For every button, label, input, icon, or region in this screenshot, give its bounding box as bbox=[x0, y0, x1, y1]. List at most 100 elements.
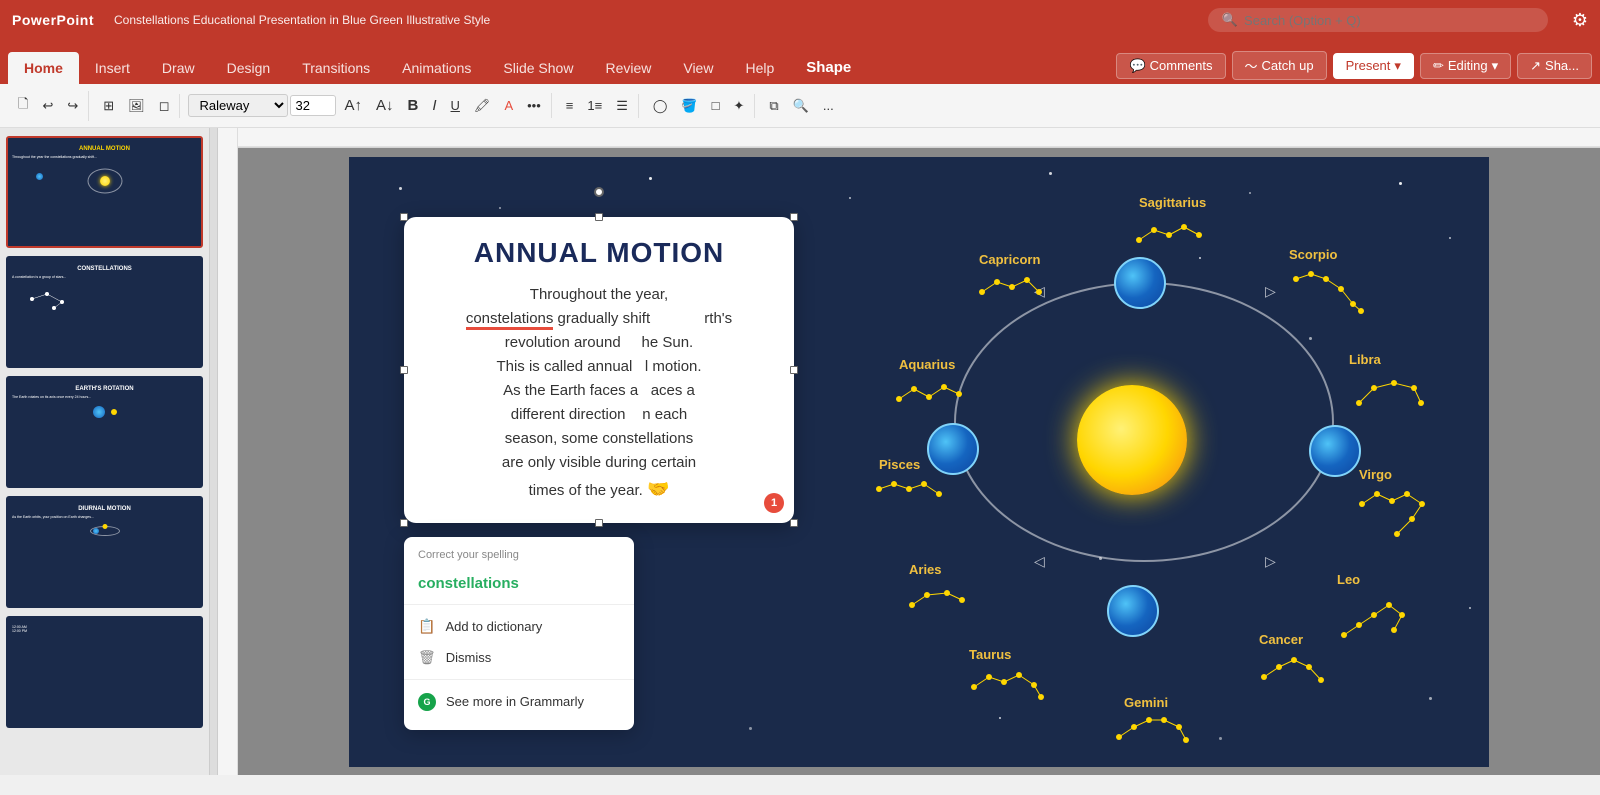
handle-tl[interactable] bbox=[400, 213, 408, 221]
editing-button[interactable]: ✏ Editing ▾ bbox=[1420, 53, 1511, 79]
share-button[interactable]: ↗ Sha... bbox=[1517, 53, 1592, 79]
arrow-4: ▷ bbox=[1265, 553, 1276, 570]
earth-bottom bbox=[1107, 585, 1159, 637]
arrange-button[interactable]: ⧉ bbox=[763, 94, 784, 118]
sun bbox=[1077, 385, 1187, 495]
slide-thumb-2[interactable]: CONSTELLATIONS A constellation is a grou… bbox=[6, 256, 203, 368]
font-family-select[interactable]: Raleway bbox=[188, 94, 288, 117]
aries-label: Aries bbox=[909, 562, 942, 577]
tab-design[interactable]: Design bbox=[211, 52, 287, 84]
leo-label: Leo bbox=[1337, 572, 1360, 587]
toolbar-format-group: ⊞ 🖼 ◻ bbox=[93, 94, 180, 118]
shapes2-button[interactable]: ◯ bbox=[647, 94, 674, 118]
arrow-2: ▷ bbox=[1265, 283, 1276, 300]
outline-button[interactable]: □ bbox=[706, 94, 726, 117]
font-color-button[interactable]: A bbox=[498, 94, 519, 117]
handle-tm[interactable] bbox=[595, 213, 603, 221]
solar-system: ◁ ▷ ◁ ▷ Sagittarius bbox=[859, 187, 1459, 747]
taurus-label: Taurus bbox=[969, 647, 1011, 662]
dismiss-icon: 🗑 bbox=[418, 649, 436, 666]
comments-button[interactable]: 💬 Comments bbox=[1116, 53, 1225, 79]
slide-thumb-4[interactable]: DIURNAL MOTION As the Earth orbits, your… bbox=[6, 496, 203, 608]
tab-view[interactable]: View bbox=[667, 52, 729, 84]
virgo-label: Virgo bbox=[1359, 467, 1392, 482]
catchup-button[interactable]: 〜 Catch up bbox=[1232, 51, 1327, 80]
comment-count: 1 bbox=[764, 493, 784, 513]
chevron-down-icon: ▾ bbox=[1492, 58, 1499, 74]
dismiss-item[interactable]: 🗑 Dismiss bbox=[404, 642, 634, 673]
canvas-area[interactable]: ANNUAL MOTION Throughout the year, const… bbox=[238, 128, 1600, 775]
redo-button[interactable]: ↪ bbox=[61, 94, 84, 118]
bold-button[interactable]: B bbox=[402, 93, 425, 118]
increase-font-button[interactable]: A↑ bbox=[338, 93, 368, 118]
grammarly-item[interactable]: G See more in Grammarly bbox=[404, 686, 634, 718]
tab-help[interactable]: Help bbox=[729, 52, 790, 84]
slide-thumb-5[interactable]: 12:00 AM 12:00 PM bbox=[6, 616, 203, 728]
doc-title: Constellations Educational Presentation … bbox=[114, 13, 1196, 27]
zoom-button[interactable]: 🔍 bbox=[787, 94, 815, 118]
handle-bl[interactable] bbox=[400, 519, 408, 527]
main-area: ANNUAL MOTION Throughout the year the co… bbox=[0, 128, 1600, 775]
grammarly-icon: G bbox=[418, 693, 436, 711]
settings-icon[interactable]: ⚙ bbox=[1572, 10, 1588, 31]
effects-button[interactable]: ✦ bbox=[727, 94, 750, 118]
slide-thumb-3[interactable]: EARTH'S ROTATION The Earth rotates on it… bbox=[6, 376, 203, 488]
decrease-font-button[interactable]: A↓ bbox=[370, 93, 400, 118]
shapes-button[interactable]: ◻ bbox=[153, 94, 176, 118]
align-button[interactable]: ☰ bbox=[610, 94, 634, 118]
highlight-button[interactable]: 🖍 bbox=[468, 94, 497, 118]
tab-shape[interactable]: Shape bbox=[790, 51, 867, 84]
add-to-dictionary-item[interactable]: 📋 Add to dictionary bbox=[404, 611, 634, 642]
present-button[interactable]: Present ▾ bbox=[1333, 53, 1414, 79]
slide-body: Throughout the year, constelations gradu… bbox=[428, 283, 770, 504]
capricorn-label: Capricorn bbox=[979, 252, 1040, 267]
scorpio-stars bbox=[1291, 269, 1371, 319]
underline-button[interactable]: U bbox=[445, 94, 466, 117]
share-icon: ↗ bbox=[1530, 58, 1541, 74]
handle-bm[interactable] bbox=[595, 519, 603, 527]
handle-br[interactable] bbox=[790, 519, 798, 527]
tab-insert[interactable]: Insert bbox=[79, 52, 146, 84]
font-size-input[interactable] bbox=[290, 95, 336, 116]
handle-ml[interactable] bbox=[400, 366, 408, 374]
popup-divider-2 bbox=[404, 679, 634, 680]
slide-layout-button[interactable]: ⊞ bbox=[97, 94, 120, 118]
tab-transitions[interactable]: Transitions bbox=[286, 52, 386, 84]
more-text-button[interactable]: ••• bbox=[521, 94, 547, 117]
tab-slideshow[interactable]: Slide Show bbox=[487, 52, 589, 84]
tab-draw[interactable]: Draw bbox=[146, 52, 211, 84]
spell-suggestion[interactable]: constellations bbox=[404, 569, 634, 598]
undo-button[interactable]: ↩ bbox=[36, 94, 59, 118]
search-input[interactable] bbox=[1244, 13, 1534, 28]
earth-top bbox=[1114, 257, 1166, 309]
titlebar: PowerPoint Constellations Educational Pr… bbox=[0, 0, 1600, 40]
misspelled-word: constelations bbox=[466, 310, 554, 330]
handle-tr[interactable] bbox=[790, 213, 798, 221]
rotate-handle[interactable] bbox=[594, 187, 604, 197]
aquarius-label: Aquarius bbox=[899, 357, 955, 372]
slide-thumb-1[interactable]: ANNUAL MOTION Throughout the year the co… bbox=[6, 136, 203, 248]
italic-button[interactable]: I bbox=[426, 93, 442, 118]
tab-review[interactable]: Review bbox=[589, 52, 667, 84]
more-button[interactable]: ... bbox=[817, 94, 840, 117]
cancer-label: Cancer bbox=[1259, 632, 1303, 647]
new-button[interactable]: 🗋 bbox=[12, 91, 34, 121]
slide-canvas: ANNUAL MOTION Throughout the year, const… bbox=[349, 157, 1489, 767]
handle-mr[interactable] bbox=[790, 366, 798, 374]
slide-title: ANNUAL MOTION bbox=[428, 237, 770, 269]
pencil-icon: ✏ bbox=[1433, 58, 1444, 74]
numbering-button[interactable]: 1≡ bbox=[581, 94, 608, 117]
spell-check-popup: Correct your spelling constellations 📋 A… bbox=[404, 537, 634, 730]
fill-button[interactable]: 🪣 bbox=[675, 94, 703, 118]
earth-left bbox=[927, 423, 979, 475]
image-button[interactable]: 🖼 bbox=[122, 94, 151, 118]
gemini-label: Gemini bbox=[1124, 695, 1168, 710]
tab-home[interactable]: Home bbox=[8, 52, 79, 84]
virgo-stars bbox=[1357, 489, 1437, 544]
comment-icon: 💬 bbox=[1129, 58, 1145, 74]
tab-animations[interactable]: Animations bbox=[386, 52, 487, 84]
scorpio-label: Scorpio bbox=[1289, 247, 1337, 262]
scroll-handle[interactable] bbox=[210, 128, 218, 775]
toolbar-arrange-group: ⧉ 🔍 ... bbox=[759, 94, 843, 118]
bullets-button[interactable]: ≡ bbox=[560, 94, 580, 117]
